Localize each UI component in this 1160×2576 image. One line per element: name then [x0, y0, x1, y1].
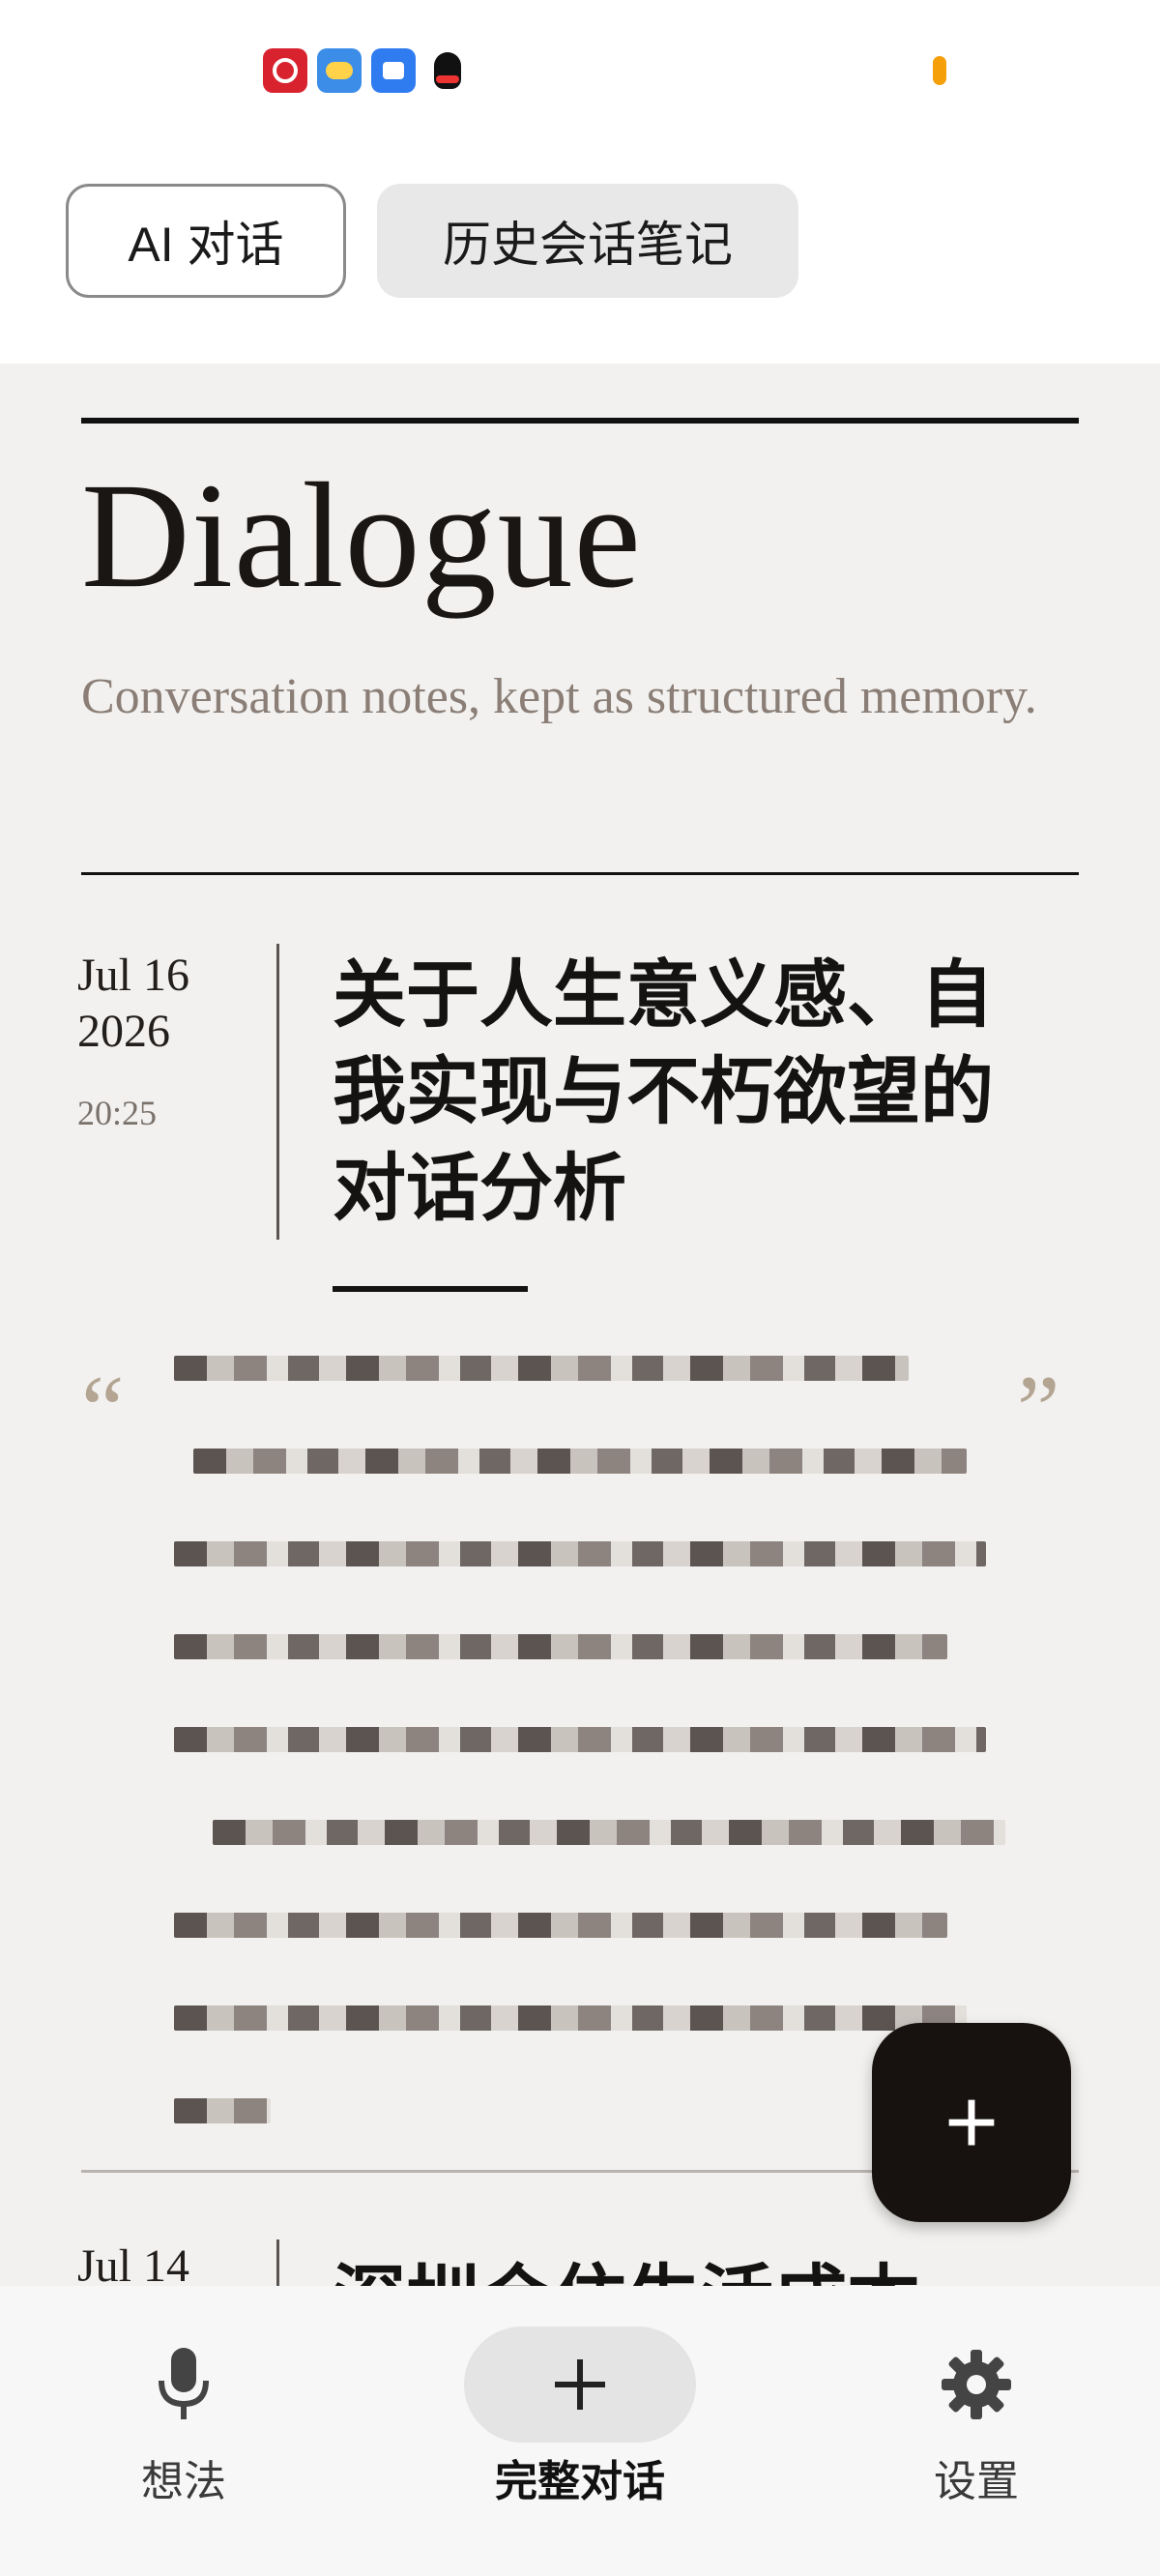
entry-title[interactable]: 关于人生意义感、自我实现与不朽欲望的对话分析: [333, 948, 1048, 1238]
notes-paper: Dialogue Conversation notes, kept as str…: [0, 364, 1160, 2286]
plus-icon: +: [943, 2070, 1000, 2174]
qq-app-icon: [425, 48, 470, 93]
entry-time: 20:25: [77, 1094, 158, 1132]
entry-date-year: 2026: [77, 1006, 170, 1057]
microphone-icon: [155, 2327, 213, 2443]
entry-vertical-rule: [276, 944, 279, 1240]
nav-label-settings: 设置: [934, 2458, 1019, 2505]
tab-history-notes[interactable]: 历史会话笔记: [377, 184, 798, 298]
nav-item-ideas[interactable]: 想法: [39, 2327, 329, 2508]
entry-vertical-rule: [276, 2239, 279, 2286]
nav-label-ideas: 想法: [141, 2458, 226, 2505]
bottom-navigation: 想法 完整对话 设置: [0, 2286, 1160, 2576]
top-tab-bar: AI 对话 历史会话笔记: [66, 184, 798, 298]
entry-title-underline: [333, 1286, 528, 1292]
header-top-rule: [81, 418, 1079, 424]
nav-item-full-dialogue[interactable]: 完整对话: [435, 2327, 725, 2508]
add-note-fab[interactable]: +: [872, 2023, 1071, 2222]
nav-item-settings[interactable]: 设置: [831, 2327, 1121, 2508]
bank-app-icon: [263, 48, 307, 93]
entry-date: Jul 16 2026 20:25: [77, 948, 189, 1133]
page-subtitle: Conversation notes, kept as structured m…: [81, 669, 1037, 724]
entry-date-month-day: Jul 16: [77, 950, 190, 1001]
entry-excerpt-redacted[interactable]: [174, 1356, 1005, 2123]
open-quote-icon: “: [81, 1356, 125, 1463]
header-bottom-rule: [81, 872, 1079, 875]
entry-date-month-day: Jul 14: [77, 2240, 190, 2286]
close-quote-icon: ”: [1017, 1356, 1060, 1463]
gear-icon: [938, 2327, 1015, 2443]
wallet-app-icon: [371, 48, 416, 93]
entry-title[interactable]: 深圳合住生活成本: [333, 2239, 920, 2286]
plus-icon-pill: [464, 2327, 696, 2443]
battery-indicator-icon: [933, 56, 946, 85]
plus-icon: [555, 2359, 605, 2410]
tab-ai-dialogue[interactable]: AI 对话: [66, 184, 346, 298]
weather-app-icon: [317, 48, 362, 93]
status-notification-icons: [263, 48, 470, 93]
nav-label-full-dialogue: 完整对话: [495, 2458, 665, 2505]
page-title: Dialogue: [81, 452, 642, 619]
status-bar: [0, 0, 1160, 135]
